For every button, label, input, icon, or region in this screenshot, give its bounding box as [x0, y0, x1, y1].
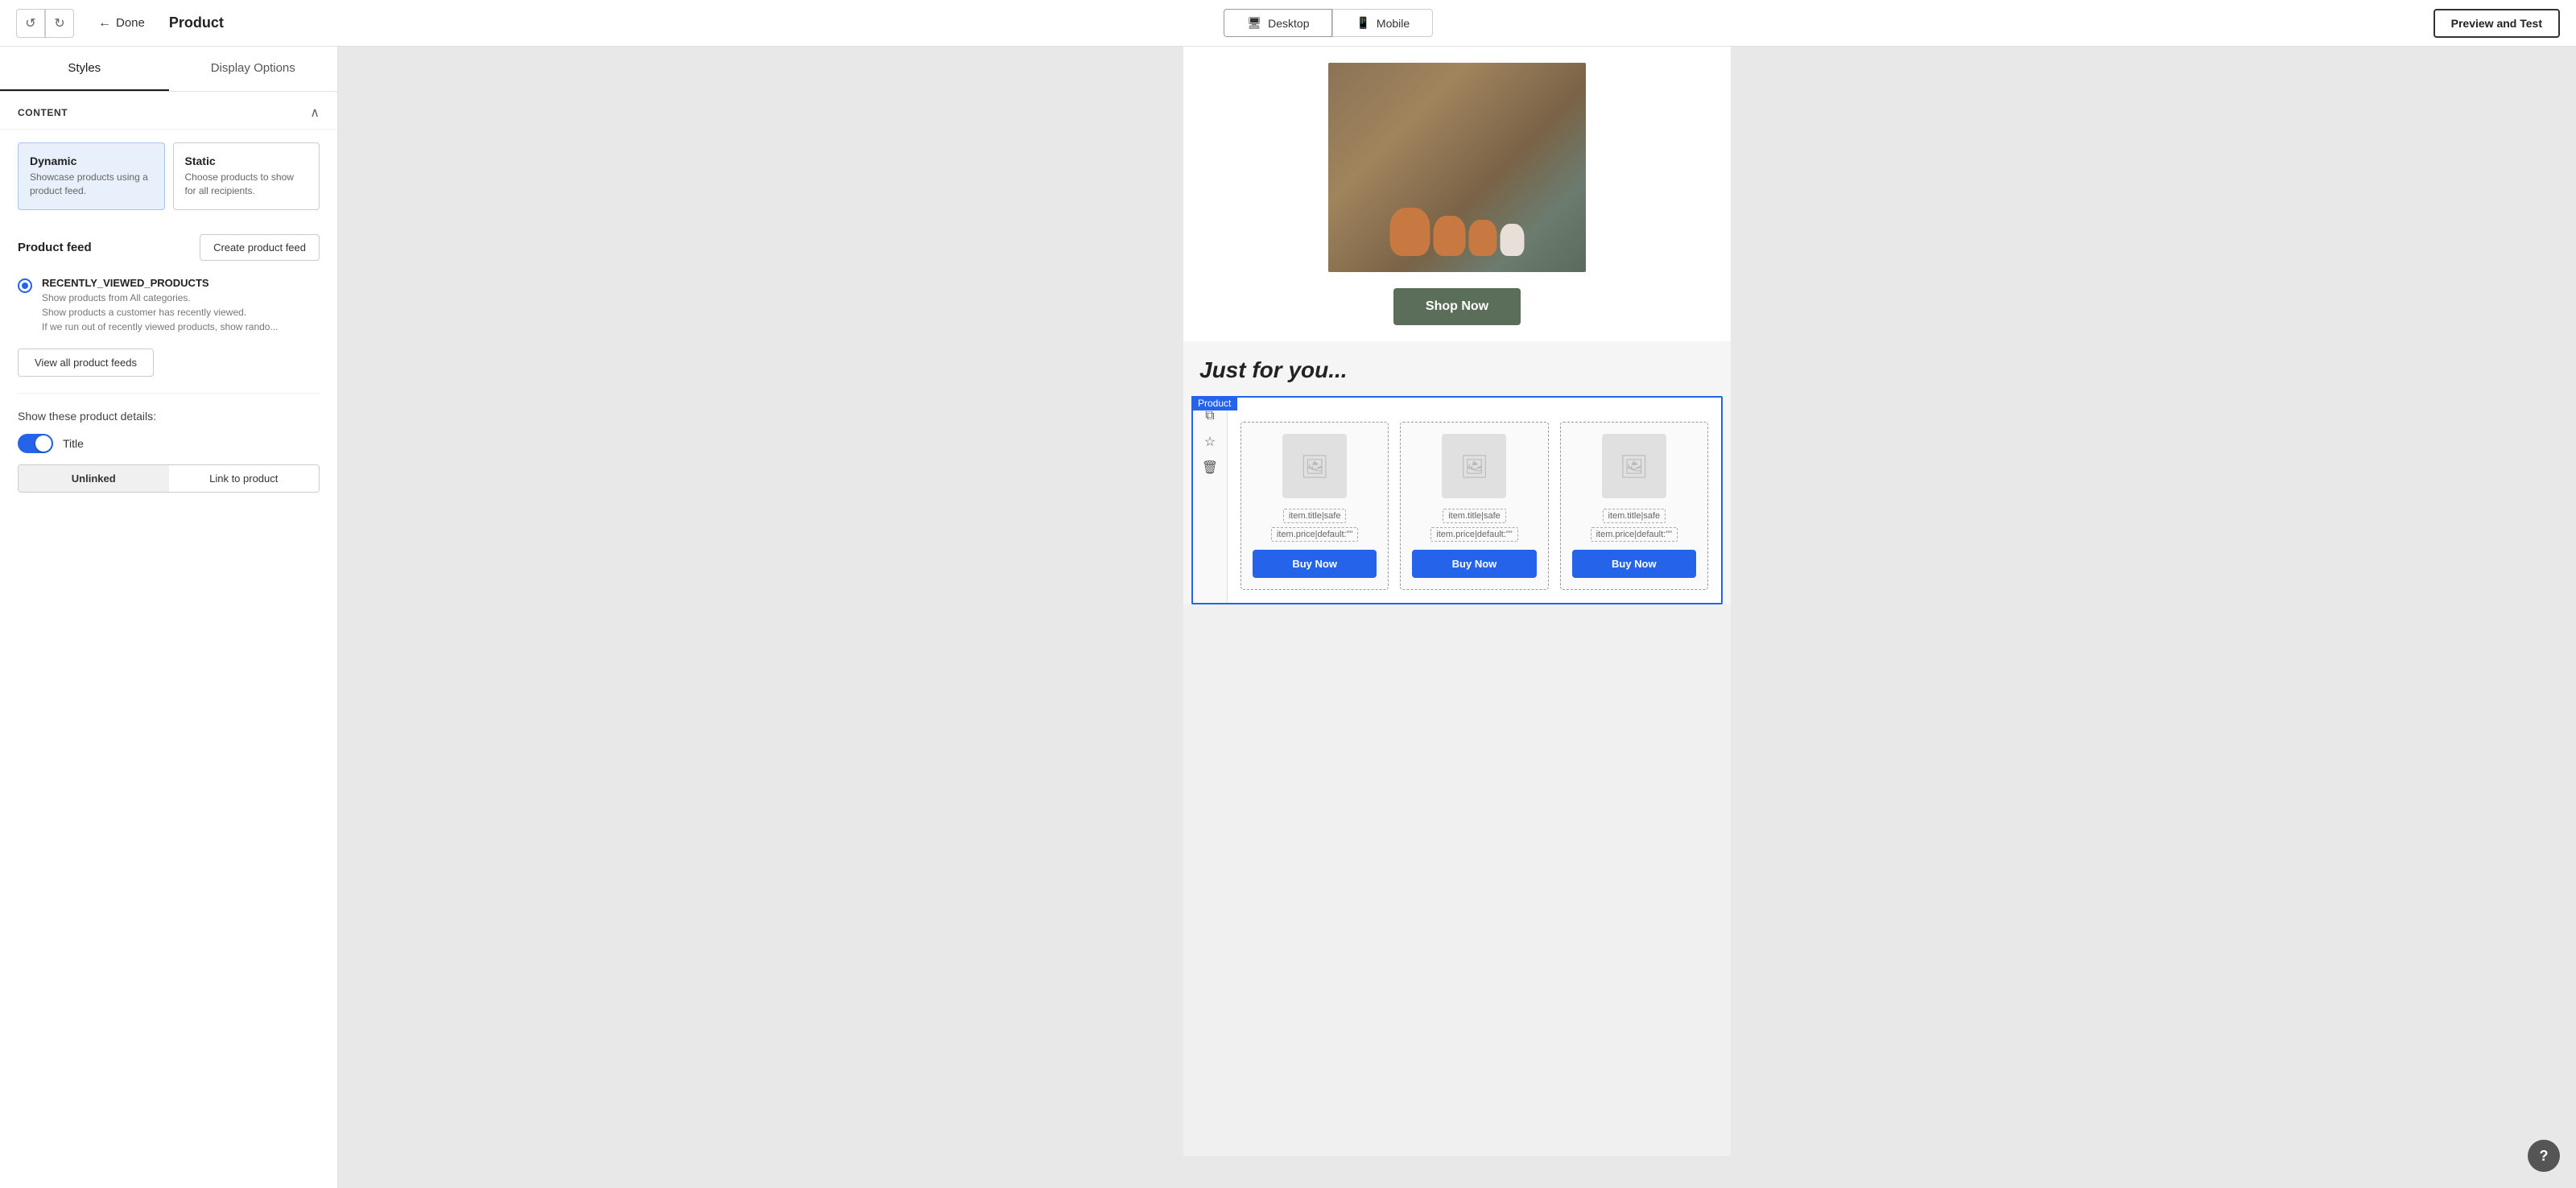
content-section-header: CONTENT ∧: [0, 92, 337, 130]
feed-option-desc-3: If we run out of recently viewed product…: [42, 320, 278, 334]
title-toggle[interactable]: [18, 434, 53, 453]
redo-button[interactable]: ↻: [45, 9, 74, 38]
view-all-row: View all product feeds: [0, 340, 337, 390]
desktop-icon: 🖥: [1247, 16, 1261, 30]
title-toggle-label: Title: [63, 437, 84, 450]
product-cards-grid: 🖼 item.title|safe item.price|default:"" …: [1228, 398, 1721, 603]
feed-option-title: RECENTLY_VIEWED_PRODUCTS: [42, 277, 278, 289]
static-content-card[interactable]: Static Choose products to show for all r…: [173, 142, 320, 210]
shop-now-section: Shop Now: [1183, 47, 1731, 341]
view-all-feeds-button[interactable]: View all product feeds: [18, 349, 154, 377]
tab-display-options[interactable]: Display Options: [169, 47, 338, 91]
recently-viewed-option[interactable]: RECENTLY_VIEWED_PRODUCTS Show products f…: [0, 269, 337, 340]
product-image-1: 🖼: [1282, 434, 1347, 498]
pot-1: [1390, 208, 1430, 256]
main-layout: Styles Display Options CONTENT ∧ Dynamic…: [0, 47, 2576, 1188]
pottery-pots: [1390, 208, 1525, 256]
top-bar: ↺ ↻ ← Done Product 🖥 Desktop 📱 Mobile Pr…: [0, 0, 2576, 47]
just-for-you-title: Just for you...: [1183, 357, 1731, 396]
product-title-template-2: item.title|safe: [1443, 509, 1506, 523]
page-title: Product: [169, 14, 224, 31]
product-hero-image: [1328, 63, 1586, 272]
pot-white: [1501, 224, 1525, 256]
product-price-template-2: item.price|default:"": [1430, 527, 1517, 542]
desktop-label: Desktop: [1268, 17, 1309, 30]
section-divider: [18, 393, 320, 394]
undo-button[interactable]: ↺: [16, 9, 45, 38]
device-toggle: 🖥 Desktop 📱 Mobile: [1224, 9, 1433, 37]
unlinked-button[interactable]: Unlinked: [19, 465, 169, 492]
product-card-2: 🖼 item.title|safe item.price|default:"" …: [1400, 422, 1548, 590]
static-title: Static: [185, 155, 308, 167]
product-title-template-3: item.title|safe: [1603, 509, 1666, 523]
block-toolbar: ⧉ ☆ 🗑: [1193, 398, 1228, 603]
product-image-2: 🖼: [1442, 434, 1506, 498]
tab-styles[interactable]: Styles: [0, 47, 169, 91]
feed-option-desc-2: Show products a customer has recently vi…: [42, 305, 278, 320]
link-to-product-button[interactable]: Link to product: [169, 465, 320, 492]
product-image-3: 🖼: [1602, 434, 1666, 498]
buy-now-button-2[interactable]: Buy Now: [1412, 550, 1536, 578]
product-details-label: Show these product details:: [18, 410, 320, 423]
favorite-icon[interactable]: ☆: [1198, 430, 1222, 454]
help-button[interactable]: ?: [2528, 1140, 2560, 1172]
radio-selected-indicator: [22, 283, 28, 289]
just-for-you-section: Just for you... Product ⧉ ☆ 🗑: [1183, 341, 1731, 604]
top-bar-actions: Preview and Test: [2434, 9, 2560, 38]
product-block: Product ⧉ ☆ 🗑 🖼 item.title|safe: [1191, 396, 1723, 604]
product-feed-row: Product feed Create product feed: [0, 223, 337, 269]
mobile-label: Mobile: [1377, 17, 1410, 30]
pot-2: [1434, 216, 1466, 256]
desktop-button[interactable]: 🖥 Desktop: [1224, 9, 1332, 37]
pot-3: [1469, 220, 1497, 256]
static-desc: Choose products to show for all recipien…: [185, 171, 308, 198]
top-bar-left: ↺ ↻ ← Done Product: [16, 9, 224, 38]
dynamic-content-card[interactable]: Dynamic Showcase products using a produc…: [18, 142, 165, 210]
mobile-button[interactable]: 📱 Mobile: [1332, 9, 1433, 37]
done-link[interactable]: ← Done: [98, 16, 145, 31]
buy-now-button-3[interactable]: Buy Now: [1572, 550, 1696, 578]
content-collapse-icon[interactable]: ∧: [310, 105, 320, 121]
product-feed-label: Product feed: [18, 241, 92, 254]
shop-now-button[interactable]: Shop Now: [1393, 288, 1521, 325]
pottery-background: [1328, 63, 1586, 272]
product-title-template-1: item.title|safe: [1283, 509, 1347, 523]
preview-content: Shop Now Just for you... Product ⧉ ☆ 🗑: [1183, 47, 1731, 1156]
undo-redo-group: ↺ ↻: [16, 9, 74, 38]
preview-and-test-button[interactable]: Preview and Test: [2434, 9, 2560, 38]
mobile-icon: 📱: [1356, 16, 1369, 30]
feed-option-desc-1: Show products from All categories.: [42, 291, 278, 305]
product-block-inner: ⧉ ☆ 🗑 🖼 item.title|safe item.price|defau…: [1193, 398, 1721, 603]
content-type-cards: Dynamic Showcase products using a produc…: [0, 130, 337, 223]
title-toggle-row: Title: [18, 434, 320, 453]
radio-button[interactable]: [18, 278, 32, 293]
product-details-section: Show these product details: Title Unlink…: [0, 397, 337, 505]
content-section-title: CONTENT: [18, 107, 68, 118]
done-arrow-icon: ←: [98, 16, 111, 31]
create-product-feed-button[interactable]: Create product feed: [200, 234, 320, 261]
product-price-template-3: item.price|default:"": [1591, 527, 1678, 542]
link-type-toggle: Unlinked Link to product: [18, 464, 320, 493]
tabs-row: Styles Display Options: [0, 47, 337, 92]
product-block-label: Product: [1191, 396, 1237, 410]
radio-text: RECENTLY_VIEWED_PRODUCTS Show products f…: [42, 277, 278, 334]
buy-now-button-1[interactable]: Buy Now: [1253, 550, 1377, 578]
product-price-template-1: item.price|default:"": [1271, 527, 1358, 542]
dynamic-title: Dynamic: [30, 155, 153, 167]
product-card-3: 🖼 item.title|safe item.price|default:"" …: [1560, 422, 1708, 590]
left-panel: Styles Display Options CONTENT ∧ Dynamic…: [0, 47, 338, 1188]
dynamic-desc: Showcase products using a product feed.: [30, 171, 153, 198]
preview-area: Shop Now Just for you... Product ⧉ ☆ 🗑: [338, 47, 2576, 1188]
product-card-1: 🖼 item.title|safe item.price|default:"" …: [1241, 422, 1389, 590]
done-label: Done: [116, 16, 145, 30]
toggle-knob: [35, 435, 52, 452]
delete-icon[interactable]: 🗑: [1198, 456, 1222, 480]
